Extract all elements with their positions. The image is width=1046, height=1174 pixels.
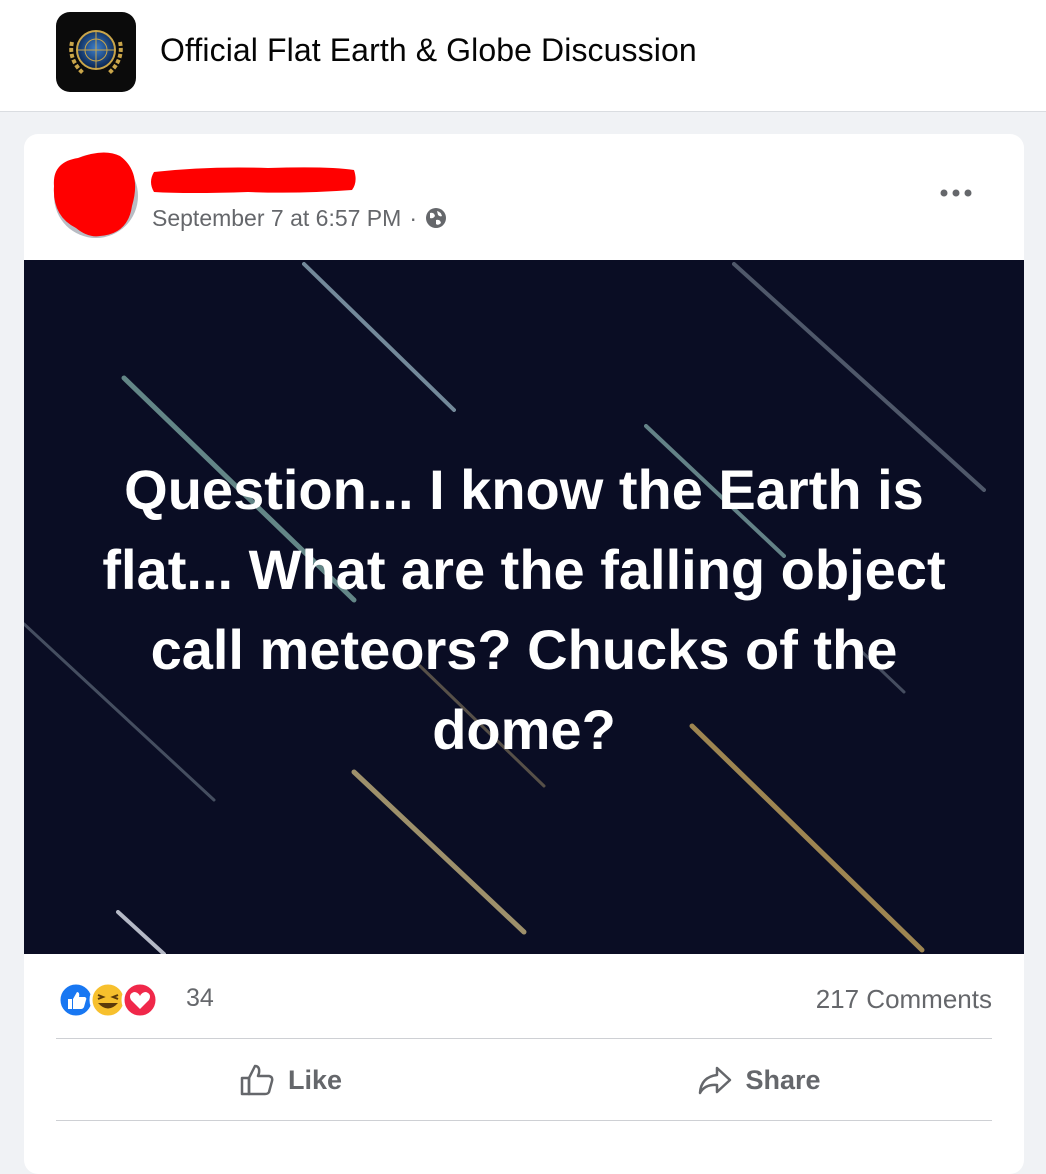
actions-row: Like Share (56, 1040, 992, 1120)
post-timestamp[interactable]: September 7 at 6:57 PM (152, 205, 401, 232)
post-meta: September 7 at 6:57 PM · (152, 204, 447, 232)
comments-count[interactable]: 217 Comments (816, 984, 992, 1015)
avatar[interactable] (48, 150, 138, 238)
share-button[interactable]: Share (524, 1040, 992, 1120)
share-label: Share (745, 1064, 821, 1095)
group-header: Official Flat Earth & Globe Discussion (0, 0, 1046, 112)
globe-icon (425, 207, 447, 229)
thumbs-up-icon (238, 1062, 278, 1098)
like-button[interactable]: Like (56, 1040, 524, 1120)
reaction-icons[interactable] (56, 980, 176, 1020)
un-emblem-logo[interactable] (56, 12, 136, 92)
love-reaction-icon (121, 981, 159, 1019)
post-image[interactable]: Question... I know the Earth is flat... … (24, 260, 1024, 954)
more-options-icon (938, 185, 974, 203)
meta-separator: · (409, 204, 417, 231)
post-image-text: Question... I know the Earth is flat... … (102, 458, 946, 761)
divider (56, 1120, 992, 1121)
reaction-count[interactable]: 34 (186, 984, 214, 1013)
more-options-button[interactable] (928, 174, 984, 214)
author-name-redacted[interactable] (148, 162, 358, 196)
divider (56, 1038, 992, 1039)
haha-reaction-icon (89, 981, 127, 1019)
like-label: Like (287, 1064, 343, 1095)
share-arrow-icon (695, 1062, 735, 1098)
post-card: September 7 at 6:57 PM · Question... I k… (24, 134, 1024, 1174)
group-title[interactable]: Official Flat Earth & Globe Discussion (160, 32, 697, 69)
like-reaction-icon (57, 981, 95, 1019)
reactions-row: 34 217 Comments (56, 980, 992, 1020)
